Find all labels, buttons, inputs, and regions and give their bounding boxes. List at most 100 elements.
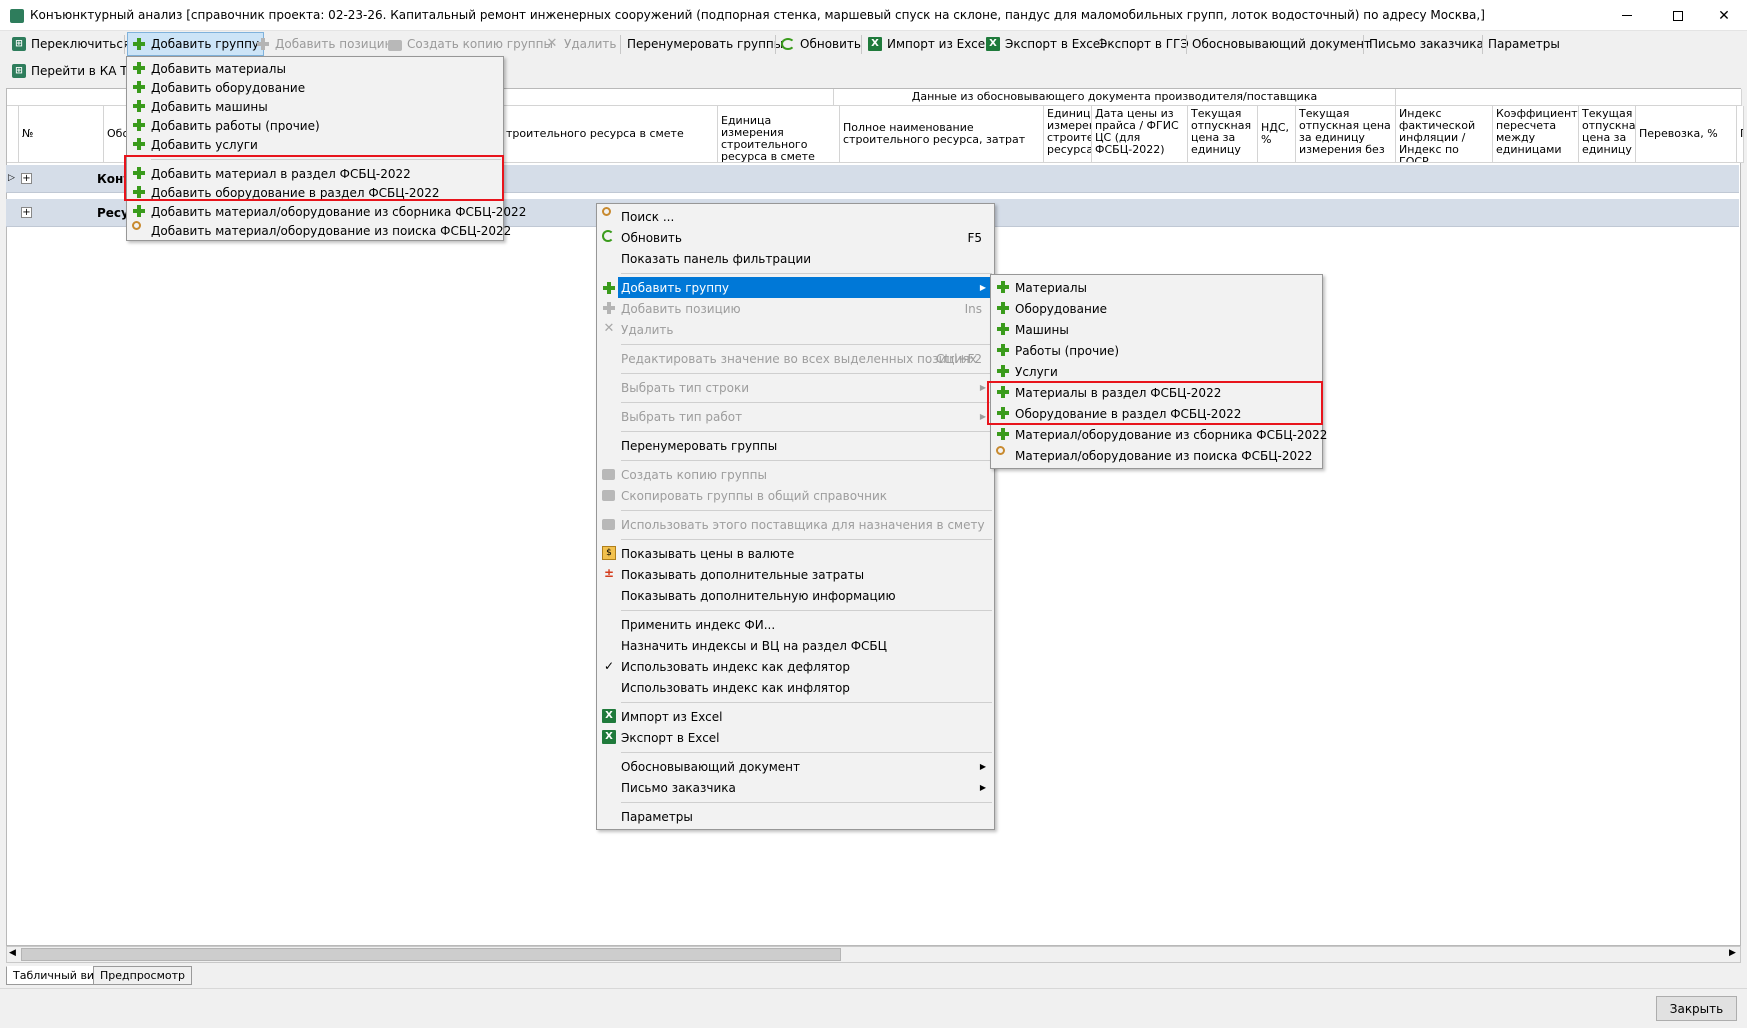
menu-item-show-extra-info[interactable]: Показывать дополнительную информацию — [597, 585, 994, 606]
toolbar-separator — [775, 35, 776, 54]
column-header-transport[interactable]: Перевозка, % — [1636, 106, 1737, 163]
horizontal-scrollbar[interactable]: ◀ ▶ — [6, 946, 1741, 963]
justifying-document-button[interactable]: Обосновывающий документ — [1188, 32, 1375, 56]
menu-item-show-filter[interactable]: Показать панель фильтрации — [597, 248, 994, 269]
expand-icon[interactable]: + — [21, 207, 32, 218]
copy-icon — [602, 469, 615, 480]
submenu-item-services[interactable]: Услуги — [991, 361, 1322, 382]
close-button[interactable]: Закрыть — [1656, 996, 1737, 1021]
plus-icon — [996, 280, 1010, 294]
supplier-icon — [602, 519, 615, 530]
export-excel-button[interactable]: X Экспорт в Excel — [982, 32, 1108, 56]
add-position-button[interactable]: Добавить позицию — [252, 32, 399, 56]
checkmark-icon: ✓ — [603, 659, 615, 673]
refresh-button[interactable]: Обновить — [777, 32, 865, 56]
scroll-right-icon[interactable]: ▶ — [1729, 948, 1736, 958]
renumber-groups-button[interactable]: Перенумеровать группы — [623, 32, 787, 56]
export-gge-button[interactable]: Экспорт в ГГЭ — [1095, 32, 1193, 56]
delete-button[interactable]: ✕ Удалить — [541, 32, 621, 56]
add-group-button[interactable]: Добавить группу — [127, 32, 265, 56]
column-header-unit2[interactable]: Единица измерения строительного ресурса, — [1044, 106, 1092, 163]
dropdown-item-add-works[interactable]: Добавить работы (прочие) — [127, 115, 503, 136]
window-title: Конъюнктурный анализ [справочник проекта… — [30, 8, 1485, 22]
column-header-index[interactable]: Индекс фактической инфляции / Индекс по … — [1396, 106, 1493, 163]
extra-costs-icon: ± — [603, 566, 615, 580]
copy-icon — [602, 490, 615, 501]
highlight-box — [987, 381, 1323, 425]
menu-item-copy-group[interactable]: Создать копию группы — [597, 464, 994, 485]
column-header-current-price-unit[interactable]: Текущая отпускная цена за единицу измере… — [1296, 106, 1396, 163]
menu-item-import-excel[interactable]: X Импорт из Excel — [597, 706, 994, 727]
dropdown-item-add-from-search[interactable]: Добавить материал/оборудование из поиска… — [127, 220, 511, 241]
menu-item-export-excel[interactable]: X Экспорт в Excel — [597, 727, 994, 748]
close-window-button[interactable]: ✕ — [1701, 0, 1747, 31]
dropdown-item-add-machines[interactable]: Добавить машины — [127, 96, 503, 117]
menu-item-justifying-doc[interactable]: Обосновывающий документ ▶ — [597, 756, 994, 777]
menu-item-search[interactable]: Поиск ... — [597, 206, 994, 227]
refresh-icon — [781, 38, 795, 50]
menu-item-use-supplier[interactable]: Использовать этого поставщика для назнач… — [597, 514, 994, 535]
submenu-arrow-icon: ▶ — [979, 383, 986, 392]
menu-item-delete[interactable]: ✕ Удалить — [597, 319, 994, 340]
column-header-vat[interactable]: НДС, % — [1258, 106, 1296, 163]
menu-separator — [621, 802, 992, 803]
switch-button[interactable]: ⊞ Переключиться — [8, 32, 134, 56]
submenu-item-from-collection[interactable]: Материал/оборудование из сборника ФСБЦ-2… — [991, 424, 1327, 445]
submenu-item-equipment[interactable]: Оборудование — [991, 298, 1322, 319]
menu-item-params[interactable]: Параметры — [597, 806, 994, 827]
dropdown-item-add-materials[interactable]: Добавить материалы — [127, 58, 503, 79]
column-header-coef[interactable]: Коэффициент пересчета между единицами — [1493, 106, 1579, 163]
menu-item-add-group[interactable]: Добавить группу ▶ — [618, 277, 994, 298]
dropdown-item-add-equipment[interactable]: Добавить оборудование — [127, 77, 503, 98]
menu-item-show-extra-costs[interactable]: ± Показывать дополнительные затраты — [597, 564, 994, 585]
column-header-last[interactable]: П — [1737, 106, 1744, 163]
minimize-button[interactable] — [1604, 0, 1650, 31]
menu-item-refresh[interactable]: Обновить F5 — [597, 227, 994, 248]
dropdown-item-add-services[interactable]: Добавить услуги — [127, 134, 503, 155]
menu-item-renumber[interactable]: Перенумеровать группы — [597, 435, 994, 456]
refresh-icon — [602, 230, 614, 242]
excel-icon: X — [602, 730, 616, 744]
scrollbar-thumb[interactable] — [21, 948, 841, 961]
expand-icon[interactable]: + — [21, 173, 32, 184]
submenu-item-works[interactable]: Работы (прочие) — [991, 340, 1322, 361]
scroll-left-icon[interactable]: ◀ — [9, 948, 16, 958]
menu-separator — [621, 273, 992, 274]
submenu-item-from-search[interactable]: Материал/оборудование из поиска ФСБЦ-202… — [991, 445, 1322, 466]
customer-letter-button[interactable]: Письмо заказчика — [1365, 32, 1488, 56]
menu-item-assign-indexes[interactable]: Назначить индексы и ВЦ на раздел ФСБЦ — [597, 635, 994, 656]
menu-item-row-type[interactable]: Выбрать тип строки ▶ — [597, 377, 994, 398]
menu-item-customer-letter[interactable]: Письмо заказчика ▶ — [597, 777, 994, 798]
submenu-arrow-icon: ▶ — [979, 283, 986, 292]
column-header-full-name[interactable]: Полное наименование строительного ресурс… — [840, 106, 1044, 163]
toolbar-separator — [1363, 35, 1364, 54]
column-header-current-price[interactable]: Текущая отпускная цена за единицу — [1188, 106, 1258, 163]
submenu-item-machines[interactable]: Машины — [991, 319, 1322, 340]
toolbar-separator — [620, 35, 621, 54]
submenu-item-materials[interactable]: Материалы — [991, 277, 1322, 298]
submenu-arrow-icon: ▶ — [979, 412, 986, 421]
column-header-price-date[interactable]: Дата цены из прайса / ФГИС ЦС (для ФСБЦ-… — [1092, 106, 1188, 163]
submenu-arrow-icon: ▶ — [979, 762, 986, 771]
menu-item-use-deflator[interactable]: ✓ Использовать индекс как дефлятор — [597, 656, 994, 677]
row-label: Ресу — [97, 206, 129, 220]
parameters-button[interactable]: Параметры — [1484, 32, 1564, 56]
excel-icon: X — [986, 37, 1000, 51]
column-header-unit[interactable]: Единица измерения строительного ресурса … — [718, 106, 840, 163]
menu-item-use-inflator[interactable]: Использовать индекс как инфлятор — [597, 677, 994, 698]
menu-item-work-type[interactable]: Выбрать тип работ ▶ — [597, 406, 994, 427]
column-header-num[interactable]: № — [19, 106, 104, 163]
plus-icon — [996, 364, 1010, 378]
plus-icon — [996, 322, 1010, 336]
dropdown-item-add-from-collection[interactable]: Добавить материал/оборудование из сборни… — [127, 201, 526, 222]
menu-item-add-position[interactable]: Добавить позицию Ins — [597, 298, 994, 319]
import-excel-button[interactable]: X Импорт из Excel — [864, 32, 992, 56]
menu-item-edit-all[interactable]: Редактировать значение во всех выделенны… — [597, 348, 994, 369]
column-header-current-price2[interactable]: Текущая отпускная цена за единицу — [1579, 106, 1636, 163]
maximize-button[interactable] — [1655, 0, 1701, 31]
copy-group-button[interactable]: Создать копию группы — [384, 32, 557, 56]
tab-preview[interactable]: Предпросмотр — [93, 966, 192, 985]
menu-item-copy-to-common[interactable]: Скопировать группы в общий справочник — [597, 485, 994, 506]
menu-item-show-currency[interactable]: $ Показывать цены в валюте — [597, 543, 994, 564]
menu-item-apply-index[interactable]: Применить индекс ФИ... — [597, 614, 994, 635]
